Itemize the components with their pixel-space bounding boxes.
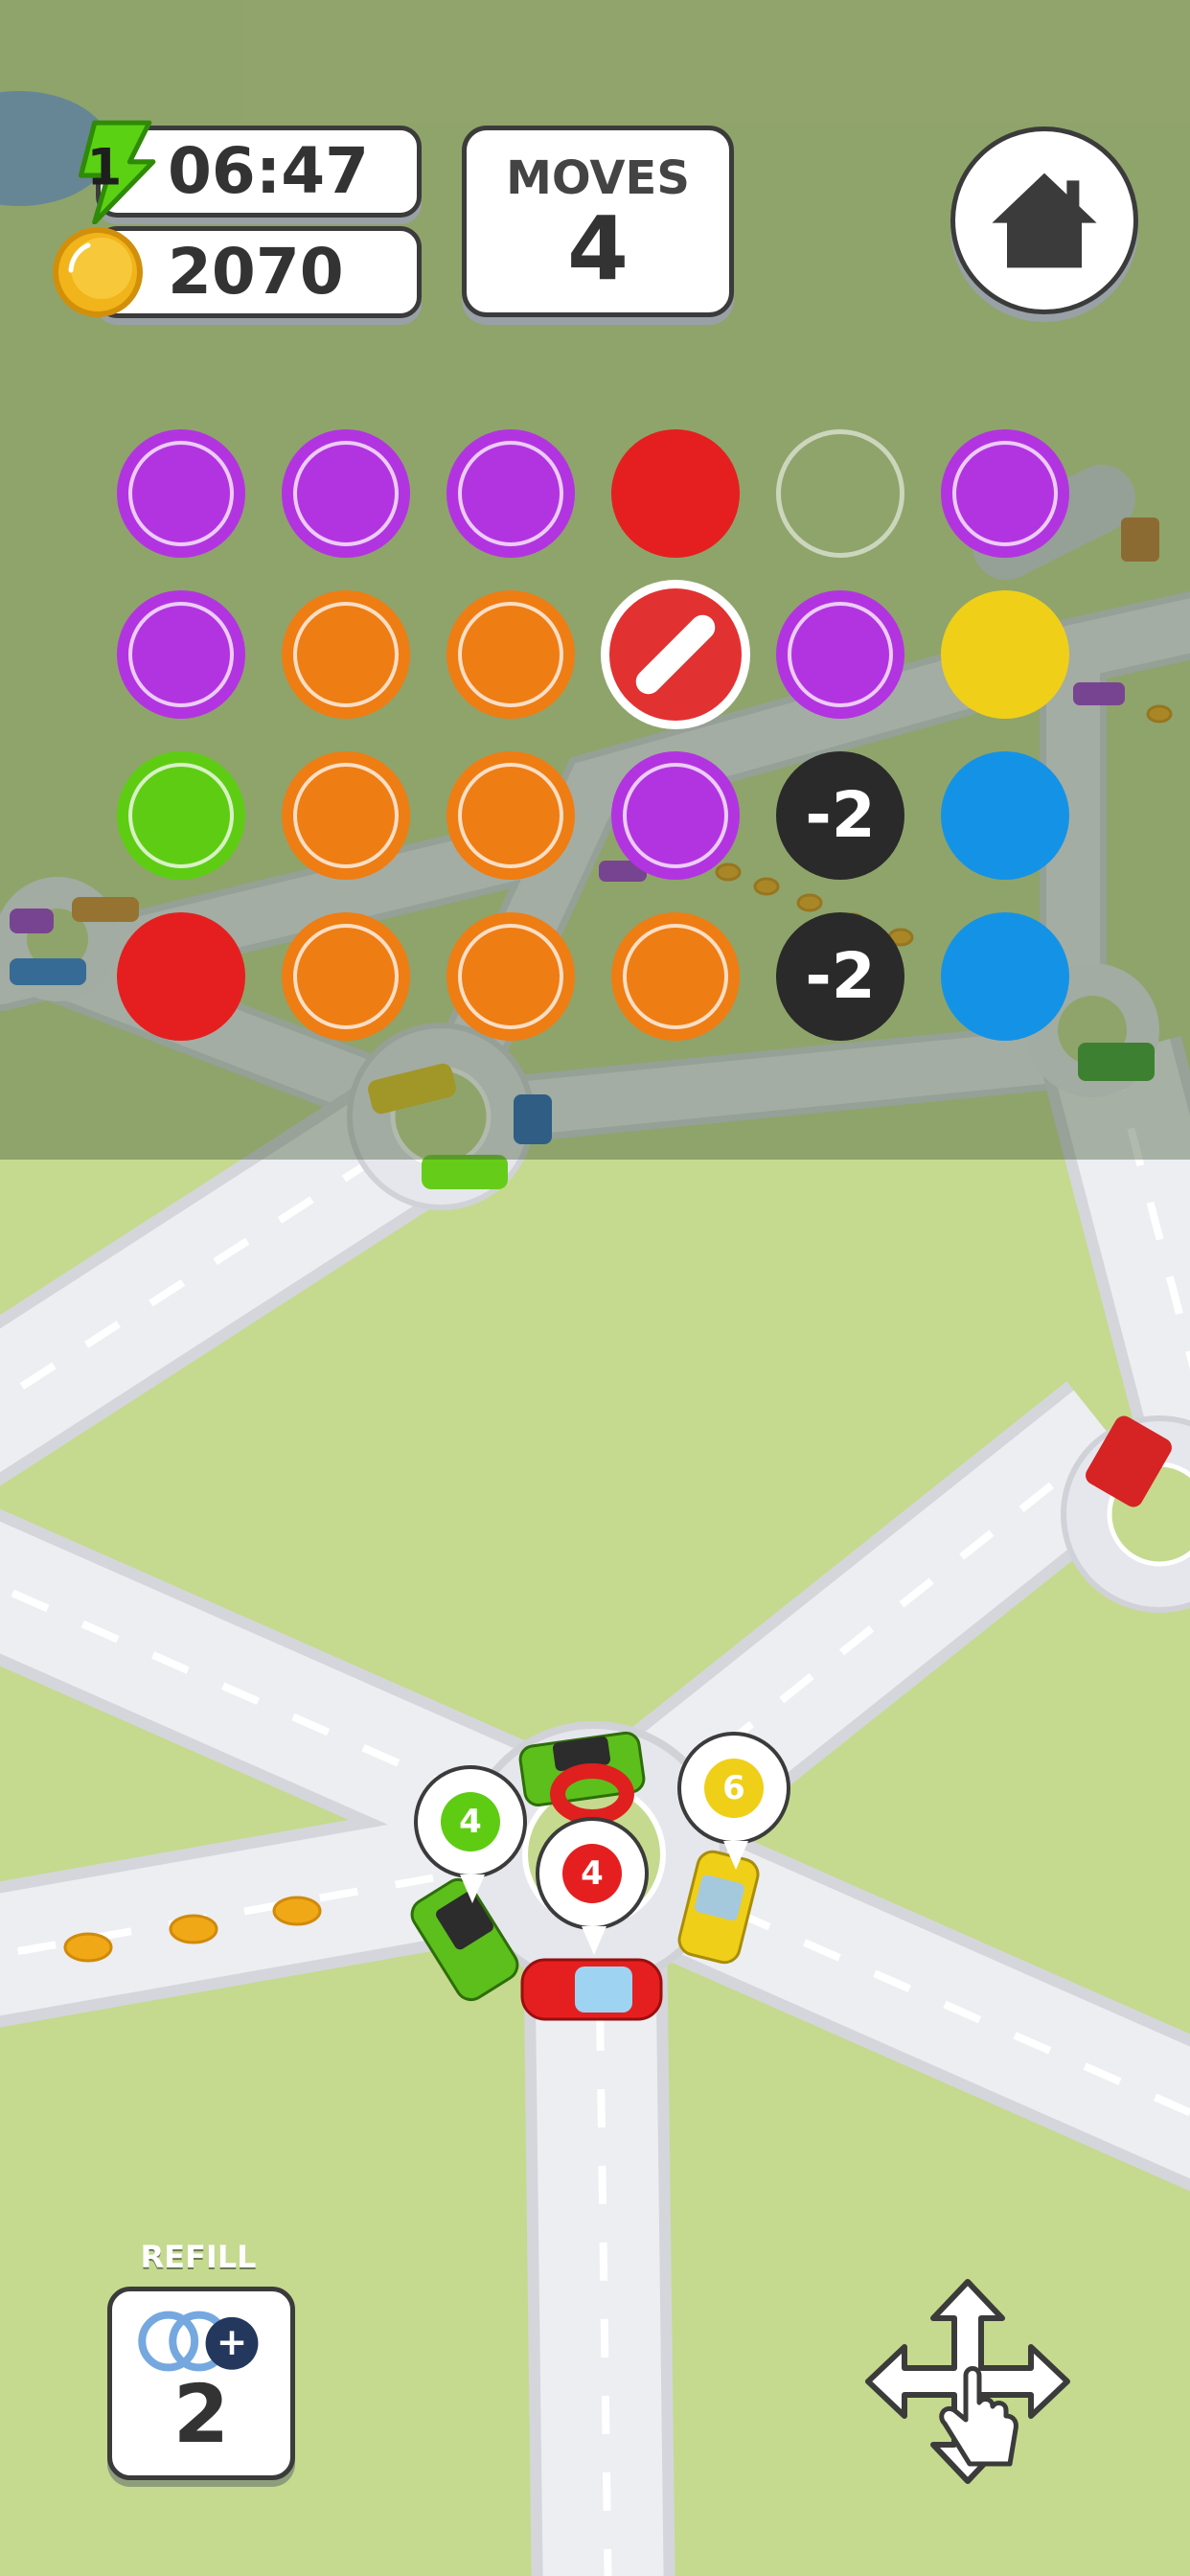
slot-empty[interactable] bbox=[776, 429, 904, 558]
slot-yellow[interactable] bbox=[941, 590, 1069, 719]
home-button[interactable] bbox=[950, 126, 1138, 314]
move-arrows-icon[interactable] bbox=[862, 2276, 1073, 2487]
refill-button[interactable]: + 2 bbox=[107, 2287, 295, 2480]
slot-purple[interactable] bbox=[611, 751, 740, 880]
moves-value: 4 bbox=[566, 197, 629, 300]
car-capacity-pin[interactable]: 4 bbox=[536, 1817, 649, 1955]
coin-icon bbox=[53, 227, 143, 317]
slot-orange[interactable] bbox=[282, 590, 410, 719]
slot-purple[interactable] bbox=[941, 429, 1069, 558]
capacity-badge: 6 bbox=[704, 1759, 764, 1818]
slot-red[interactable] bbox=[117, 912, 245, 1041]
refill-count: 2 bbox=[172, 2367, 230, 2461]
slot-purple[interactable] bbox=[776, 590, 904, 719]
slot-orange[interactable] bbox=[282, 912, 410, 1041]
car-capacity-pin[interactable]: 6 bbox=[677, 1732, 790, 1870]
slot-purple[interactable] bbox=[117, 590, 245, 719]
slot-red[interactable] bbox=[611, 429, 740, 558]
blocked-slot-icon[interactable] bbox=[601, 580, 750, 729]
car-capacity-pin[interactable]: 4 bbox=[414, 1765, 527, 1903]
slot-orange[interactable] bbox=[446, 590, 575, 719]
slot-purple[interactable] bbox=[446, 429, 575, 558]
timer-text: 06:47 bbox=[168, 134, 370, 208]
coins-text: 2070 bbox=[168, 235, 344, 309]
slot-blue[interactable] bbox=[941, 751, 1069, 880]
slot-blue[interactable] bbox=[941, 912, 1069, 1041]
capacity-badge: 4 bbox=[562, 1844, 622, 1903]
level-number: 1 bbox=[86, 139, 122, 197]
capacity-badge: 4 bbox=[441, 1792, 500, 1852]
slot-orange[interactable] bbox=[611, 912, 740, 1041]
slot-orange[interactable] bbox=[446, 912, 575, 1041]
moves-counter: MOVES 4 bbox=[462, 126, 734, 317]
slot-purple[interactable] bbox=[282, 429, 410, 558]
slot-green[interactable] bbox=[117, 751, 245, 880]
slot-minus-bonus[interactable]: -2 bbox=[776, 912, 904, 1041]
slot-orange[interactable] bbox=[446, 751, 575, 880]
slot-orange[interactable] bbox=[282, 751, 410, 880]
slot-purple[interactable] bbox=[117, 429, 245, 558]
refill-label: REFILL bbox=[140, 2239, 257, 2275]
lightning-icon: 1 bbox=[78, 120, 156, 224]
home-icon bbox=[992, 172, 1097, 268]
slot-minus-bonus[interactable]: -2 bbox=[776, 751, 904, 880]
svg-text:+: + bbox=[217, 2321, 248, 2364]
